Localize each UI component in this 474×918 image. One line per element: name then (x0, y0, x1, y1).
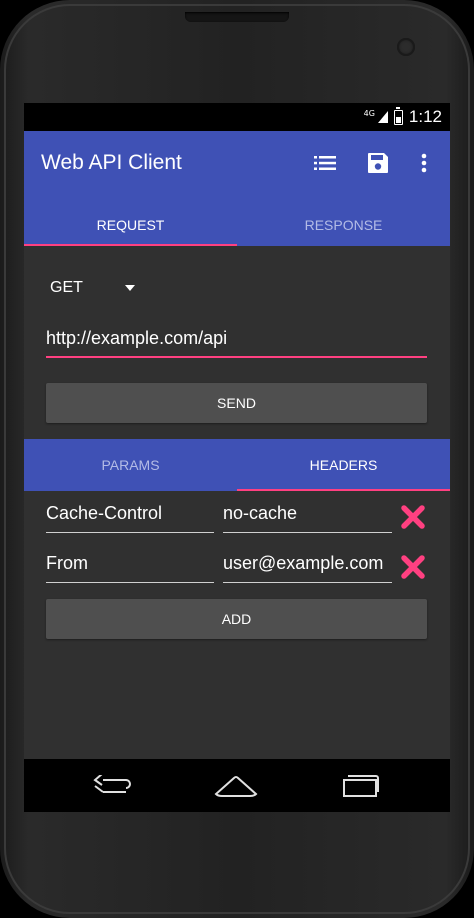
method-value: GET (50, 279, 83, 296)
url-input[interactable]: http://example.com/api (46, 328, 427, 358)
header-key-input[interactable]: From (46, 553, 214, 583)
send-button[interactable]: SEND (46, 383, 427, 423)
tab-params[interactable]: PARAMS (24, 439, 237, 491)
header-row: Cache-Control no-cache (46, 503, 427, 533)
main-tabs: REQUEST RESPONSE (24, 203, 450, 246)
status-icons: 4G 1:12 (364, 103, 442, 131)
earpiece (185, 12, 289, 22)
phone-frame: 4G 1:12 Web API Client REQUEST RESPONSE … (0, 0, 474, 918)
list-icon[interactable] (307, 145, 343, 181)
header-value-input[interactable]: user@example.com (223, 553, 392, 583)
app-title: Web API Client (41, 151, 182, 174)
battery-icon (393, 106, 403, 125)
save-icon[interactable] (360, 145, 396, 181)
delete-header-icon[interactable] (400, 554, 426, 580)
more-vert-icon[interactable] (406, 145, 442, 181)
front-camera (397, 38, 415, 56)
status-bar: 4G 1:12 (24, 103, 450, 131)
screen: 4G 1:12 Web API Client REQUEST RESPONSE … (24, 103, 450, 812)
home-icon[interactable] (214, 771, 258, 801)
navigation-bar (24, 759, 450, 812)
delete-header-icon[interactable] (400, 504, 426, 530)
request-sub-tabs: PARAMS HEADERS (24, 439, 450, 491)
header-key-input[interactable]: Cache-Control (46, 503, 214, 533)
tab-headers[interactable]: HEADERS (237, 439, 450, 491)
add-header-button[interactable]: ADD (46, 599, 427, 639)
header-row: From user@example.com (46, 553, 427, 583)
method-dropdown[interactable]: GET (50, 279, 135, 297)
signal-icon (377, 111, 388, 123)
status-time: 1:12 (408, 107, 442, 126)
back-icon[interactable] (90, 771, 134, 801)
network-type: 4G (363, 108, 375, 118)
header-value-input[interactable]: no-cache (223, 503, 392, 533)
tab-response[interactable]: RESPONSE (237, 203, 450, 246)
dropdown-arrow-icon (124, 285, 135, 291)
recents-icon[interactable] (338, 771, 382, 801)
tab-request[interactable]: REQUEST (24, 203, 237, 246)
app-bar: Web API Client REQUEST RESPONSE (24, 131, 450, 246)
